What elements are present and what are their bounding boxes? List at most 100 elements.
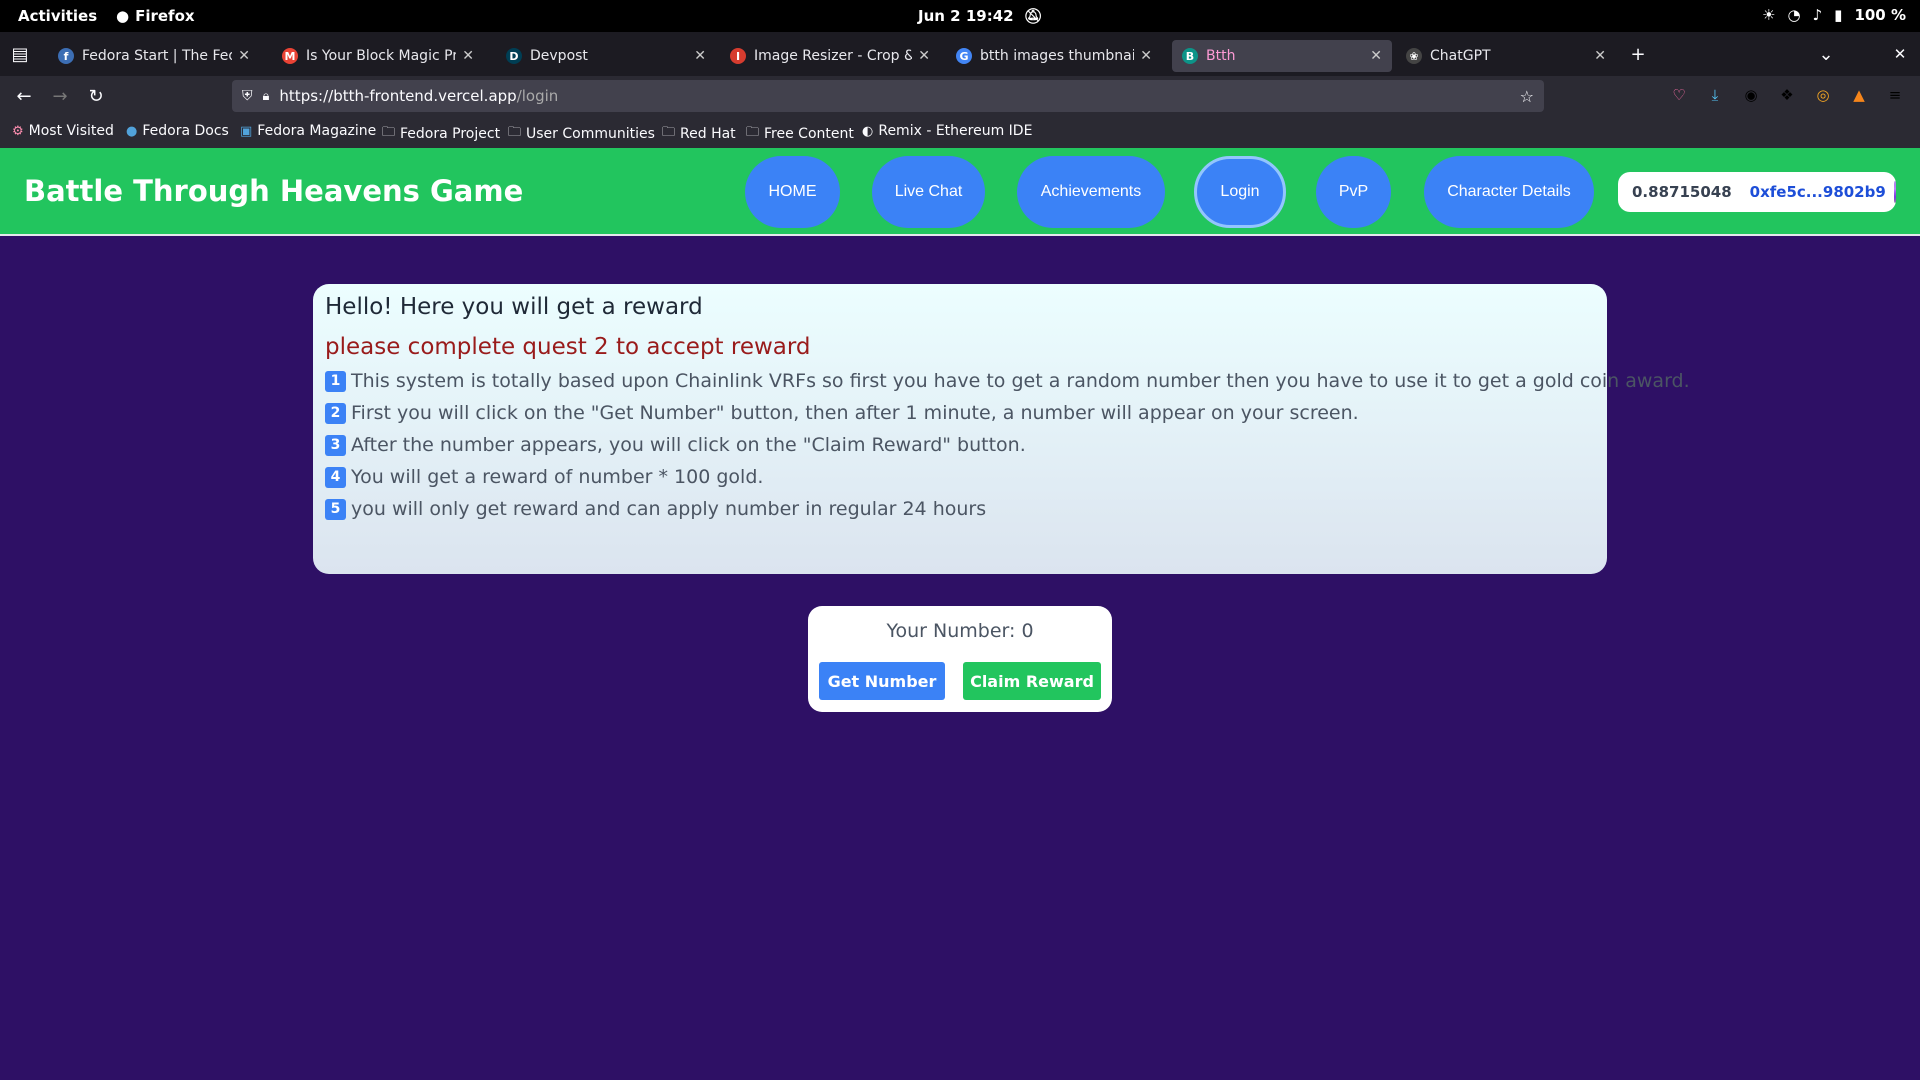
bookmark-red-hat[interactable]: 🗀︎ Red Hat: [662, 123, 736, 145]
image-resizer-favicon-icon: I: [730, 48, 746, 64]
bookmark-fedora-project[interactable]: 🗀︎ Fedora Project: [382, 123, 500, 145]
toolbar-extensions: ♡ ⤓ ◉ ❖ ◎ ▲ ≡: [1668, 84, 1906, 106]
tab-devpost[interactable]: D Devpost ✕: [496, 40, 716, 72]
tab-google-search[interactable]: G btth images thumbnail 3: ✕: [946, 40, 1162, 72]
url-host: https://btth-frontend.vercel.app: [279, 87, 517, 105]
tab-title: Devpost: [530, 48, 588, 64]
downloads-icon[interactable]: ⤓: [1704, 84, 1726, 106]
bookmark-label: Most Visited: [28, 123, 114, 139]
keycap-number-icon: 5: [325, 498, 346, 520]
step-item: 1 This system is totally based upon Chain…: [325, 370, 1690, 392]
nav-home-button[interactable]: HOME: [745, 156, 840, 228]
tab-fedora-start[interactable]: f Fedora Start | The Fedora ✕: [48, 40, 260, 72]
bookmark-user-communities[interactable]: 🗀︎ User Communities: [508, 123, 655, 145]
extensions-icon[interactable]: ❖: [1776, 84, 1798, 106]
volume-icon: ♪: [1812, 6, 1823, 24]
step-item: 5 you will only get reward and can apply …: [325, 498, 1595, 520]
bookmark-remix[interactable]: ◐ Remix - Ethereum IDE: [862, 123, 1032, 139]
tab-title: Is Your Block Magic Proje: [306, 48, 457, 64]
pocket-icon[interactable]: ♡: [1668, 84, 1690, 106]
tab-image-resizer[interactable]: I Image Resizer - Crop & Re ✕: [720, 40, 940, 72]
nav-character-details-button[interactable]: Character Details: [1424, 156, 1594, 228]
bookmark-label: Remix - Ethereum IDE: [878, 123, 1033, 139]
step-item: 4 You will get a reward of number * 100 g…: [325, 466, 1595, 488]
devpost-favicon-icon: D: [506, 48, 522, 64]
get-number-button[interactable]: Get Number: [819, 662, 945, 700]
notifications-off-icon: 🔕︎: [1023, 7, 1043, 25]
activities-button[interactable]: Activities: [18, 7, 97, 25]
site-header: Battle Through Heavens Game HOME Live Ch…: [0, 148, 1920, 236]
tab-title: ChatGPT: [1430, 48, 1491, 64]
close-icon[interactable]: ✕: [1594, 48, 1606, 64]
close-icon[interactable]: ✕: [238, 48, 250, 64]
site-title[interactable]: Battle Through Heavens Game: [24, 174, 523, 208]
bookmark-free-content[interactable]: 🗀︎ Free Content: [746, 123, 854, 145]
back-arrow-icon[interactable]: ←: [12, 84, 36, 108]
bookmark-most-visited[interactable]: ⚙ Most Visited: [12, 123, 114, 139]
account-icon[interactable]: ◉: [1740, 84, 1762, 106]
window-close-icon[interactable]: ✕: [1888, 42, 1912, 66]
menu-hamburger-icon[interactable]: ≡: [1884, 84, 1906, 106]
claim-reward-button[interactable]: Claim Reward: [963, 662, 1101, 700]
tab-title: Btth: [1206, 48, 1236, 64]
tab-overview-icon[interactable]: ▤: [8, 42, 32, 66]
firefox-icon: ●: [116, 7, 130, 25]
folder-icon: 🗀︎: [746, 125, 760, 140]
tab-chatgpt[interactable]: ❀ ChatGPT ✕: [1396, 40, 1616, 72]
fedora-favicon-icon: f: [58, 48, 74, 64]
wallet-balance: 0.88715048: [1632, 183, 1732, 201]
chatgpt-favicon-icon: ❀: [1406, 48, 1422, 64]
tab-btth[interactable]: B Btth ✕: [1172, 40, 1392, 72]
app-menu[interactable]: ● Firefox: [116, 7, 195, 25]
clock[interactable]: Jun 2 19:42 🔕︎: [918, 7, 1043, 25]
nav-login-button[interactable]: Login: [1194, 156, 1286, 228]
step-text: This system is totally based upon Chainl…: [351, 370, 1690, 392]
url-path: /login: [516, 87, 559, 105]
wallet-address: 0xfe5c...9802b9: [1749, 183, 1886, 201]
color-extension-icon[interactable]: ◎: [1812, 84, 1834, 106]
url-text: https://btth-frontend.vercel.app/login: [279, 87, 558, 105]
step-item: 2 First you will click on the "Get Number…: [325, 402, 1595, 424]
metamask-fox-icon[interactable]: ▲: [1848, 84, 1870, 106]
fedora-icon: ●: [126, 123, 138, 139]
bookmark-label: Fedora Docs: [142, 123, 229, 139]
random-number-card: Your Number: 0 Get Number Claim Reward: [808, 606, 1112, 712]
bookmark-star-icon[interactable]: ☆: [1520, 87, 1534, 106]
step-text: After the number appears, you will click…: [351, 434, 1026, 456]
battery-icon: ▮: [1834, 6, 1843, 24]
nav-live-chat-button[interactable]: Live Chat: [872, 156, 985, 228]
list-tabs-chevron-down-icon[interactable]: ⌄: [1814, 42, 1838, 66]
step-item: 3 After the number appears, you will clic…: [325, 434, 1595, 456]
forward-arrow-icon[interactable]: →: [48, 84, 72, 108]
bookmark-fedora-docs[interactable]: ● Fedora Docs: [126, 123, 229, 139]
datetime: Jun 2 19:42: [918, 7, 1014, 25]
bookmark-label: Fedora Magazine: [257, 123, 377, 139]
reload-icon[interactable]: ↻: [84, 84, 108, 108]
keycap-number-icon: 4: [325, 466, 346, 488]
bookmark-fedora-magazine[interactable]: ▣ Fedora Magazine: [240, 123, 376, 139]
btth-favicon-icon: B: [1182, 48, 1198, 64]
google-favicon-icon: G: [956, 48, 972, 64]
bookmark-label: Red Hat: [680, 126, 736, 142]
bookmark-label: Free Content: [764, 126, 854, 142]
tracking-shield-icon[interactable]: ⛨: [242, 88, 253, 104]
gear-icon: ⚙: [12, 123, 24, 139]
remix-icon: ◐: [862, 123, 874, 139]
address-bar[interactable]: ⛨ 🔒︎ https://btth-frontend.vercel.app/lo…: [232, 80, 1544, 112]
reward-greeting: Hello! Here you will get a reward: [325, 294, 703, 320]
wallet-connect-button[interactable]: 0.88715048 0xfe5c...9802b9: [1618, 172, 1896, 212]
close-icon[interactable]: ✕: [694, 48, 706, 64]
tab-gmail[interactable]: M Is Your Block Magic Proje ✕: [272, 40, 484, 72]
tab-title: Fedora Start | The Fedora: [82, 48, 232, 64]
tab-title: Image Resizer - Crop & Re: [754, 48, 912, 64]
nav-achievements-button[interactable]: Achievements: [1017, 156, 1165, 228]
lock-icon[interactable]: 🔒︎: [263, 89, 270, 104]
new-tab-icon[interactable]: +: [1626, 42, 1650, 66]
close-icon[interactable]: ✕: [918, 48, 930, 64]
close-icon[interactable]: ✕: [1140, 48, 1152, 64]
close-icon[interactable]: ✕: [1370, 48, 1382, 64]
system-tray[interactable]: ☀ ◔ ♪ ▮ 100 %: [1762, 6, 1906, 24]
nav-pvp-button[interactable]: PvP: [1316, 156, 1391, 228]
close-icon[interactable]: ✕: [462, 48, 474, 64]
folder-icon: 🗀︎: [662, 125, 676, 140]
